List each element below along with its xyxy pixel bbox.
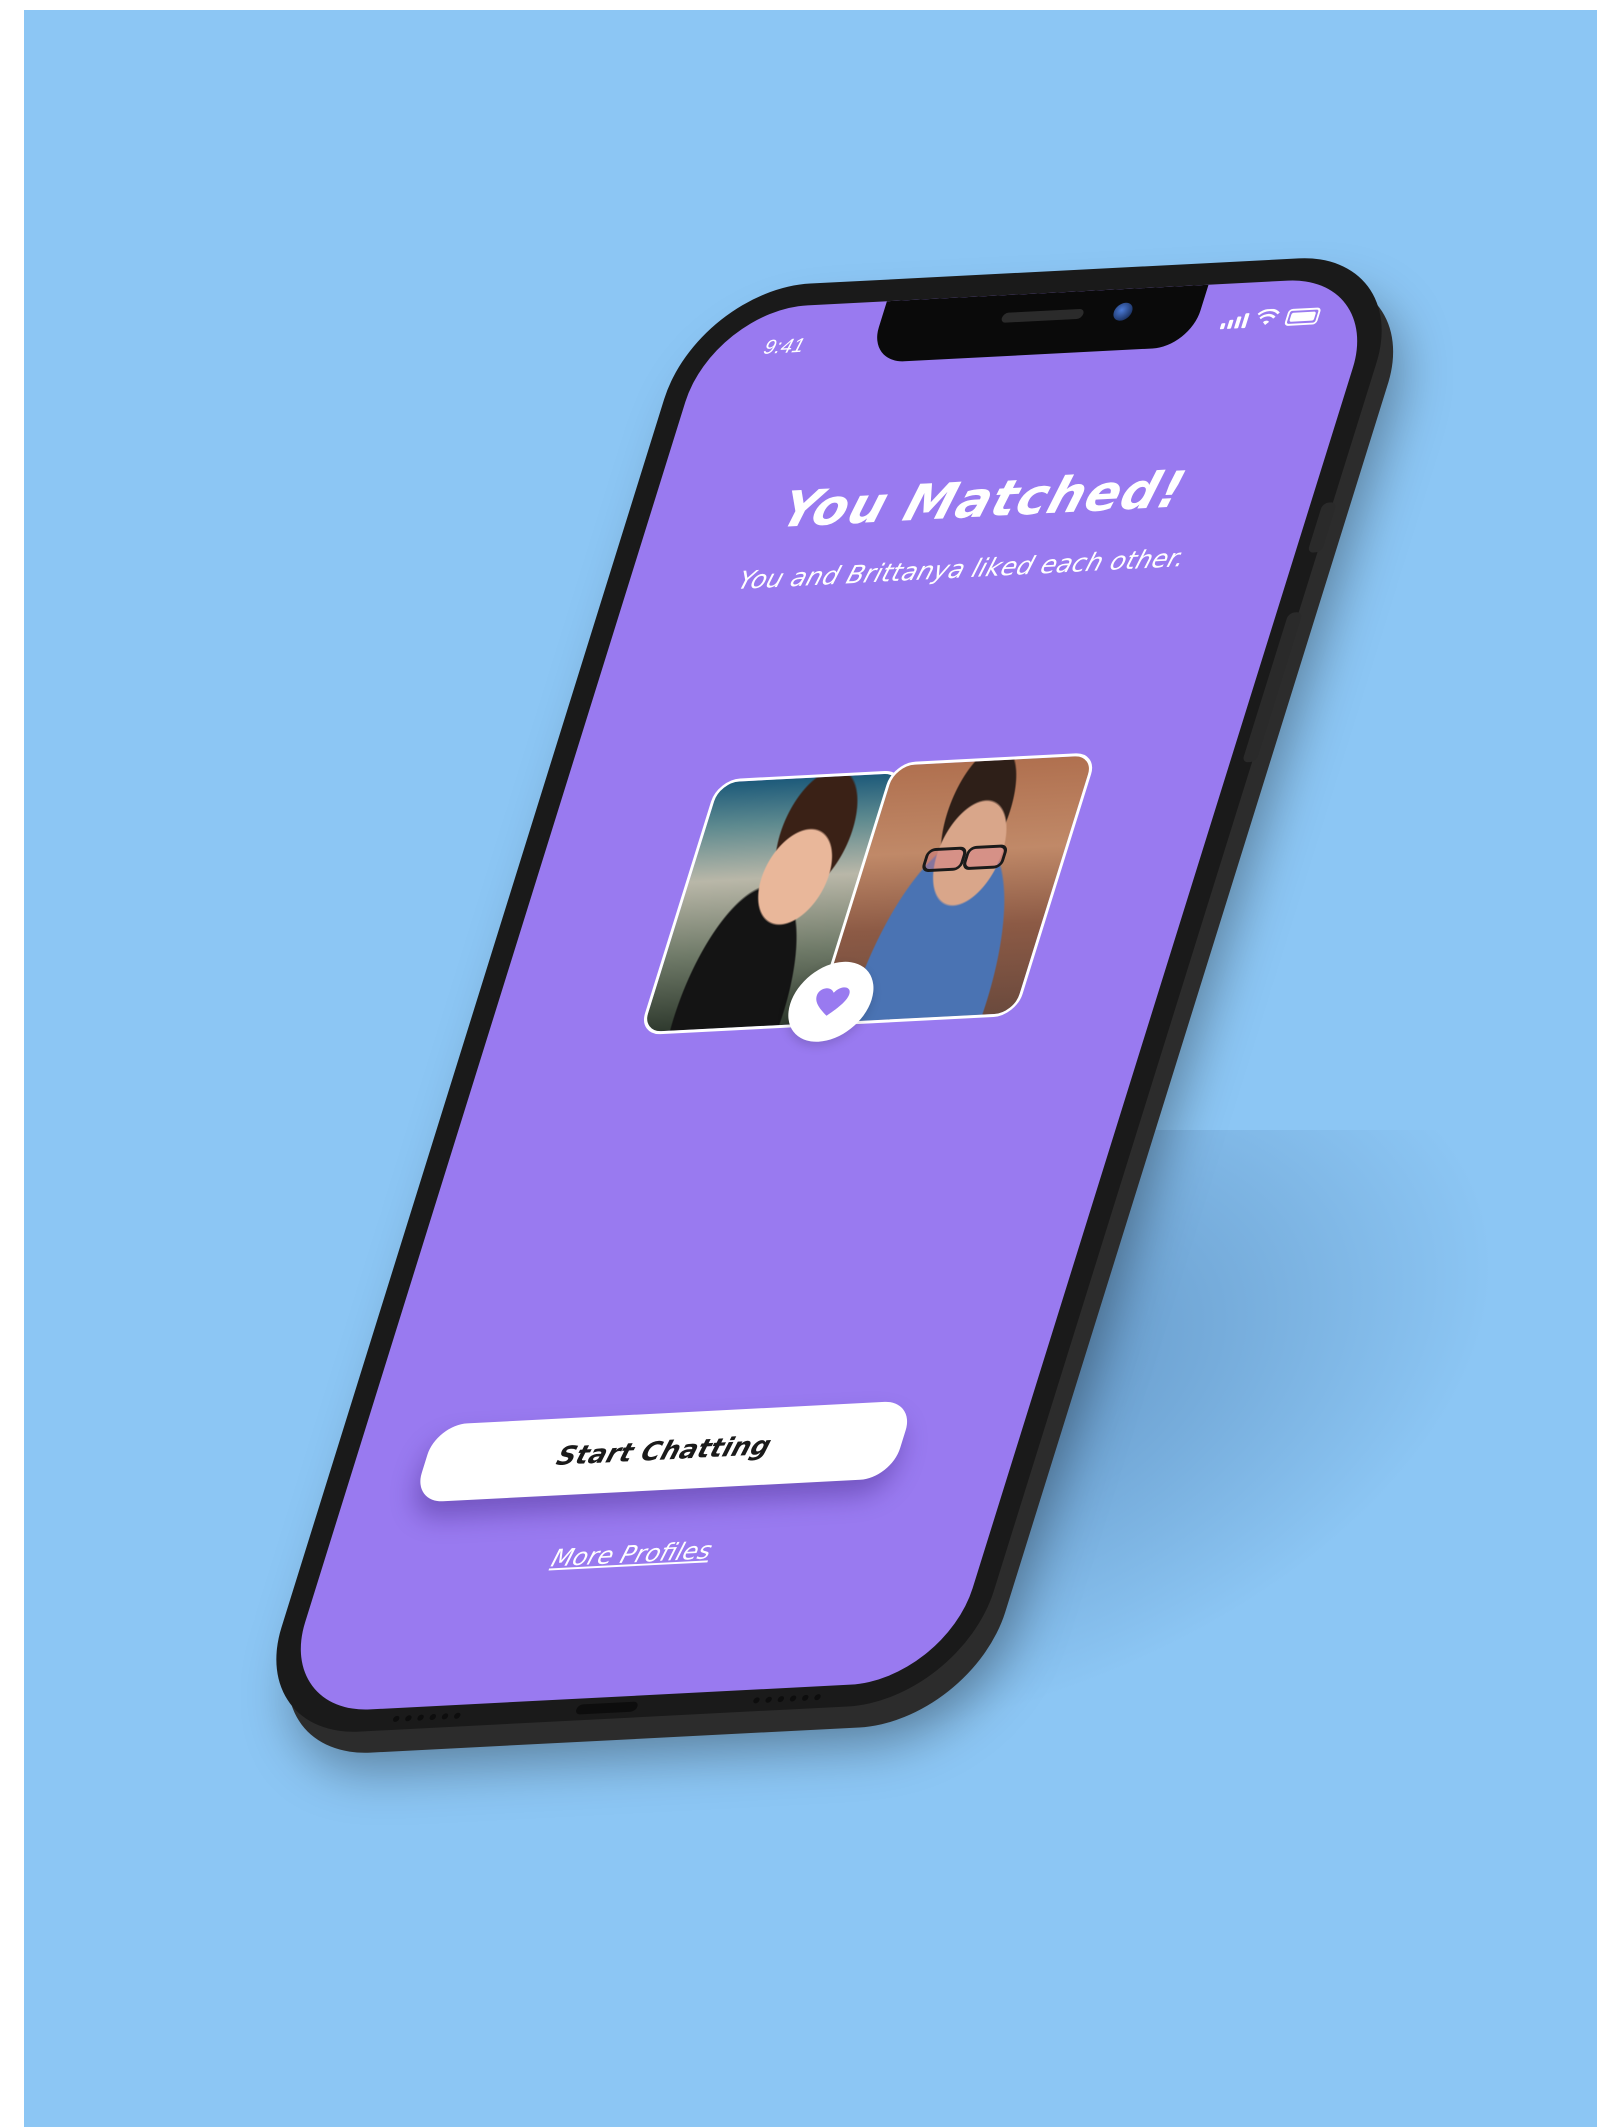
wifi-icon [1257, 308, 1280, 326]
start-chatting-button[interactable]: Start Chatting [412, 1400, 916, 1503]
match-title: You Matched! [773, 460, 1193, 539]
status-icons [1219, 306, 1322, 330]
speaker-grill-right [752, 1694, 822, 1704]
match-subtitle: You and Brittanya liked each other. [734, 543, 1190, 596]
lightning-port [574, 1701, 639, 1715]
heart-icon [816, 987, 850, 1016]
backdrop: 9:41 You Matched! You and Brittanya like… [24, 10, 1597, 2127]
speaker-grill-left [392, 1712, 462, 1723]
more-profiles-link[interactable]: More Profiles [317, 1524, 946, 1584]
battery-icon [1283, 307, 1322, 327]
match-photos [638, 752, 1098, 1044]
front-camera [1111, 302, 1135, 322]
glasses-detail [920, 844, 1010, 873]
signal-icon [1219, 310, 1251, 330]
earpiece-speaker [1000, 308, 1085, 323]
status-time: 9:41 [760, 334, 808, 359]
